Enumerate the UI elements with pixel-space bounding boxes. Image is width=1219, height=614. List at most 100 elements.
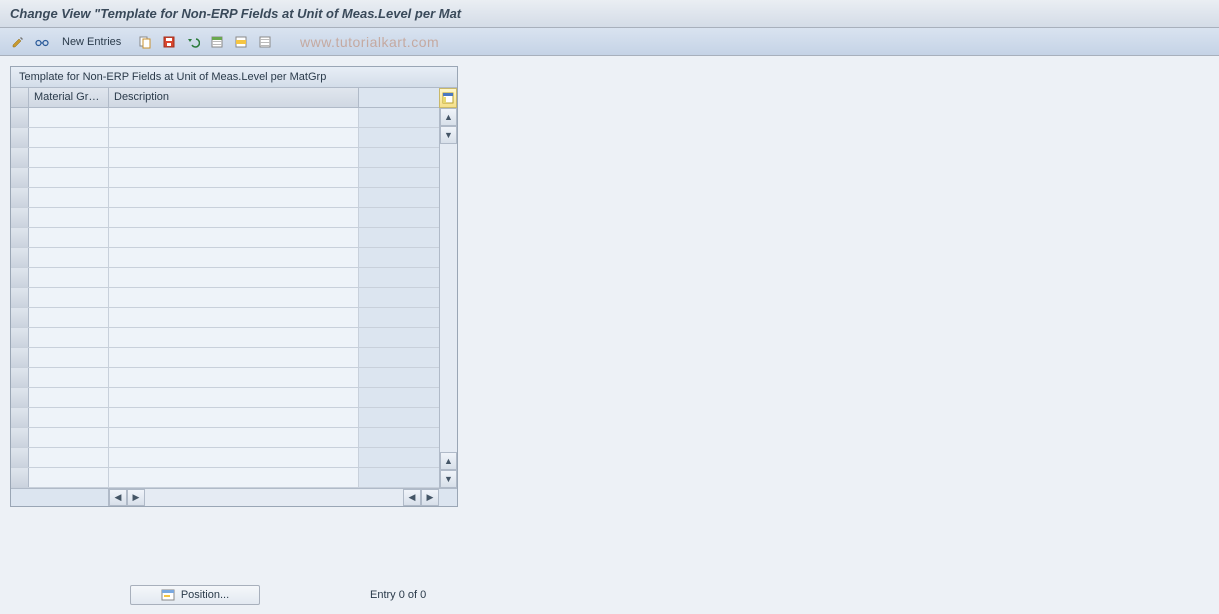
scroll-left-button-right[interactable]: ◀ bbox=[403, 489, 421, 506]
table-row bbox=[11, 468, 439, 488]
cell-description[interactable] bbox=[109, 168, 359, 187]
cell-description[interactable] bbox=[109, 268, 359, 287]
cell-material-group[interactable] bbox=[29, 268, 109, 287]
cell-description[interactable] bbox=[109, 288, 359, 307]
column-header-description[interactable]: Description bbox=[109, 88, 359, 107]
cell-description[interactable] bbox=[109, 128, 359, 147]
cell-description[interactable] bbox=[109, 308, 359, 327]
table-row bbox=[11, 208, 439, 228]
content-area: Template for Non-ERP Fields at Unit of M… bbox=[0, 56, 1219, 614]
cell-material-group[interactable] bbox=[29, 288, 109, 307]
cell-material-group[interactable] bbox=[29, 308, 109, 327]
new-entries-button[interactable]: New Entries bbox=[56, 33, 127, 51]
scroll-up-button[interactable]: ▲ bbox=[440, 108, 457, 126]
scroll-right-button-right[interactable]: ▶ bbox=[421, 489, 439, 506]
cell-description[interactable] bbox=[109, 348, 359, 367]
row-selector[interactable] bbox=[11, 348, 29, 367]
cell-description[interactable] bbox=[109, 148, 359, 167]
position-icon bbox=[161, 588, 175, 602]
row-selector[interactable] bbox=[11, 448, 29, 467]
cell-material-group[interactable] bbox=[29, 348, 109, 367]
row-selector[interactable] bbox=[11, 468, 29, 487]
row-selector-header[interactable] bbox=[11, 88, 29, 107]
cell-description[interactable] bbox=[109, 228, 359, 247]
table-row bbox=[11, 408, 439, 428]
copy-icon bbox=[138, 35, 152, 49]
cell-material-group[interactable] bbox=[29, 188, 109, 207]
edit-button[interactable] bbox=[8, 32, 28, 52]
table-config-icon bbox=[442, 92, 454, 104]
row-selector[interactable] bbox=[11, 128, 29, 147]
row-selector[interactable] bbox=[11, 248, 29, 267]
scroll-down-button-bottom[interactable]: ▼ bbox=[440, 470, 457, 488]
row-selector[interactable] bbox=[11, 388, 29, 407]
row-selector[interactable] bbox=[11, 188, 29, 207]
row-selector[interactable] bbox=[11, 288, 29, 307]
scroll-left-button[interactable]: ◀ bbox=[109, 489, 127, 506]
cell-material-group[interactable] bbox=[29, 408, 109, 427]
cell-material-group[interactable] bbox=[29, 468, 109, 487]
row-selector[interactable] bbox=[11, 408, 29, 427]
table-settings-button[interactable] bbox=[439, 88, 457, 108]
row-selector[interactable] bbox=[11, 368, 29, 387]
row-selector[interactable] bbox=[11, 328, 29, 347]
scroll-down-button[interactable]: ▼ bbox=[440, 126, 457, 144]
row-selector[interactable] bbox=[11, 208, 29, 227]
cell-material-group[interactable] bbox=[29, 148, 109, 167]
table-row bbox=[11, 448, 439, 468]
cell-material-group[interactable] bbox=[29, 248, 109, 267]
vertical-scrollbar[interactable]: ▲ ▼ ▲ ▼ bbox=[439, 88, 457, 488]
table-row bbox=[11, 348, 439, 368]
cell-material-group[interactable] bbox=[29, 108, 109, 127]
scroll-right-button[interactable]: ▶ bbox=[127, 489, 145, 506]
cell-material-group[interactable] bbox=[29, 388, 109, 407]
cell-description[interactable] bbox=[109, 468, 359, 487]
cell-description[interactable] bbox=[109, 368, 359, 387]
cell-material-group[interactable] bbox=[29, 228, 109, 247]
scroll-up-button-bottom[interactable]: ▲ bbox=[440, 452, 457, 470]
undo-button[interactable] bbox=[183, 32, 203, 52]
scroll-track[interactable] bbox=[145, 489, 403, 506]
display-button[interactable] bbox=[32, 32, 52, 52]
cell-description[interactable] bbox=[109, 428, 359, 447]
column-header-material-group[interactable]: Material Gro... bbox=[29, 88, 109, 107]
row-selector[interactable] bbox=[11, 108, 29, 127]
row-selector[interactable] bbox=[11, 148, 29, 167]
cell-description[interactable] bbox=[109, 248, 359, 267]
cell-material-group[interactable] bbox=[29, 448, 109, 467]
cell-material-group[interactable] bbox=[29, 128, 109, 147]
copy-button[interactable] bbox=[135, 32, 155, 52]
undo-icon bbox=[186, 35, 200, 49]
table-row bbox=[11, 288, 439, 308]
cell-description[interactable] bbox=[109, 208, 359, 227]
panel-title: Template for Non-ERP Fields at Unit of M… bbox=[11, 67, 457, 88]
cell-description[interactable] bbox=[109, 448, 359, 467]
cell-description[interactable] bbox=[109, 388, 359, 407]
cell-material-group[interactable] bbox=[29, 428, 109, 447]
cell-material-group[interactable] bbox=[29, 168, 109, 187]
cell-description[interactable] bbox=[109, 188, 359, 207]
table-header-row: Material Gro... Description bbox=[11, 88, 439, 108]
toolbar: New Entries www.tutorialkart.com bbox=[0, 28, 1219, 56]
position-button[interactable]: Position... bbox=[130, 585, 260, 605]
table-row bbox=[11, 428, 439, 448]
cell-material-group[interactable] bbox=[29, 328, 109, 347]
row-selector[interactable] bbox=[11, 168, 29, 187]
row-selector[interactable] bbox=[11, 268, 29, 287]
deselect-button[interactable] bbox=[255, 32, 275, 52]
save-button[interactable] bbox=[159, 32, 179, 52]
horizontal-scrollbar[interactable]: ◀ ▶ ◀ ▶ bbox=[11, 488, 457, 506]
row-selector[interactable] bbox=[11, 428, 29, 447]
cell-description[interactable] bbox=[109, 108, 359, 127]
row-selector[interactable] bbox=[11, 308, 29, 327]
row-selector[interactable] bbox=[11, 228, 29, 247]
cell-material-group[interactable] bbox=[29, 208, 109, 227]
save-icon bbox=[162, 35, 176, 49]
page-title: Change View "Template for Non-ERP Fields… bbox=[10, 6, 461, 21]
cell-material-group[interactable] bbox=[29, 368, 109, 387]
cell-description[interactable] bbox=[109, 408, 359, 427]
select-all-button[interactable] bbox=[207, 32, 227, 52]
select-block-button[interactable] bbox=[231, 32, 251, 52]
scroll-track[interactable] bbox=[440, 144, 457, 452]
cell-description[interactable] bbox=[109, 328, 359, 347]
